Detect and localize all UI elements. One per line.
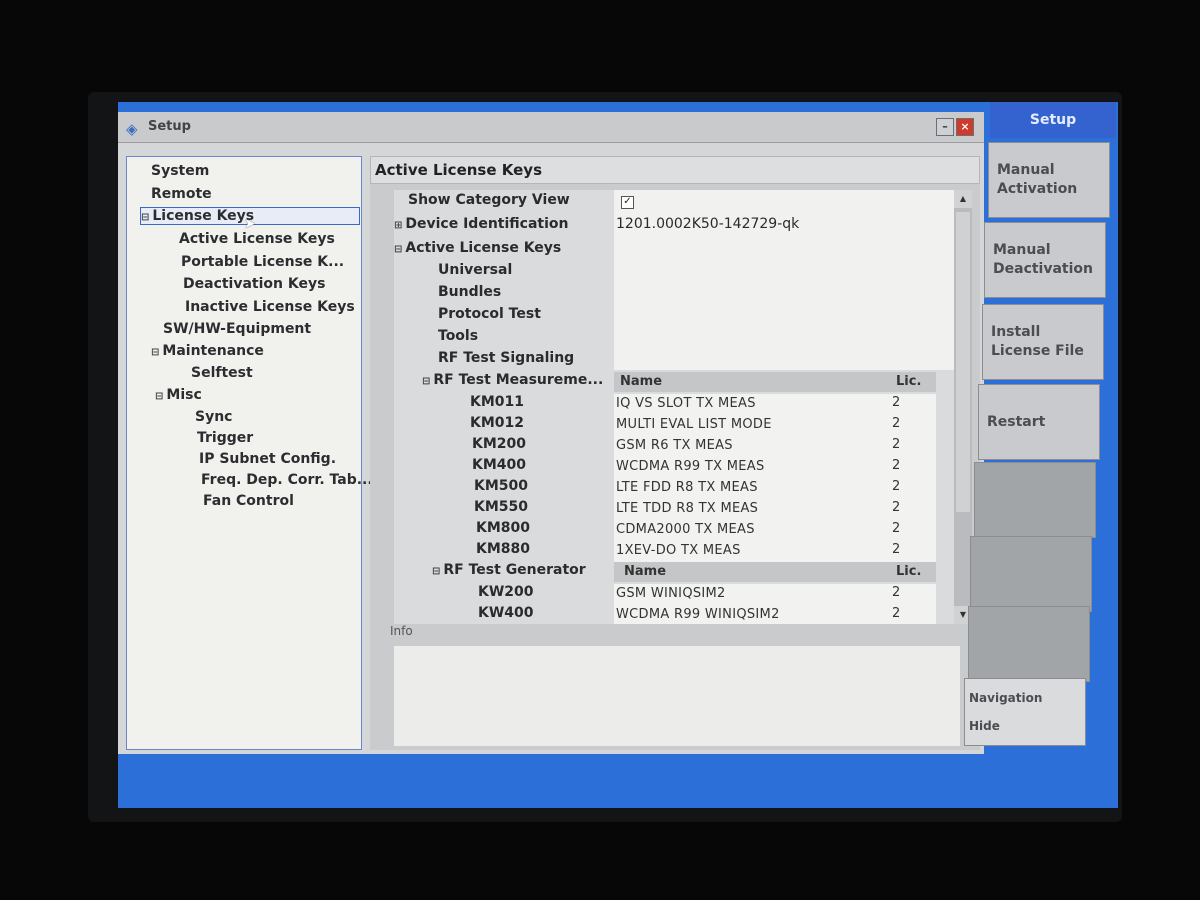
collapse-icon[interactable]: ⊟	[394, 244, 402, 255]
table-row[interactable]: MULTI EVAL LIST MODE 2	[614, 415, 936, 436]
rohde-schwarz-logo-icon: ◈	[126, 120, 138, 138]
table-row[interactable]: CDMA2000 TX MEAS 2	[614, 520, 936, 541]
license-key-km880[interactable]: KM880	[476, 541, 530, 557]
tree-item-maintenance[interactable]: ⊟ Maintenance	[151, 343, 264, 359]
restart-button[interactable]: Restart	[978, 384, 1100, 460]
table-header: Name Lic.	[614, 372, 936, 392]
license-key-km500[interactable]: KM500	[474, 478, 528, 494]
license-key-km011[interactable]: KM011	[470, 394, 524, 410]
table-row[interactable]: IQ VS SLOT TX MEAS 2	[614, 394, 936, 415]
show-category-view-label: Show Category View	[408, 192, 570, 208]
tree-item-ip-subnet-config[interactable]: IP Subnet Config.	[199, 451, 336, 467]
table-row[interactable]: GSM R6 TX MEAS 2	[614, 436, 936, 457]
column-lic-header: Lic.	[896, 374, 922, 389]
active-license-keys-row[interactable]: ⊟ Active License Keys	[394, 240, 561, 256]
column-name-header: Name	[620, 374, 663, 389]
license-key-km012[interactable]: KM012	[470, 415, 524, 431]
collapse-icon[interactable]: ⊟	[151, 347, 159, 358]
device-identification-row[interactable]: ⊞ Device Identification	[394, 216, 568, 232]
scrollbar-thumb[interactable]	[956, 212, 970, 512]
collapse-icon[interactable]: ⊟	[155, 391, 163, 402]
tree-item-trigger[interactable]: Trigger	[197, 430, 253, 446]
instrument-screen: ◈ Setup – × System Remote ⊟ License Keys …	[118, 102, 1118, 808]
tree-item-misc[interactable]: ⊟ Misc	[155, 387, 202, 403]
collapse-icon[interactable]: ⊟	[141, 212, 149, 223]
tree-item-remote[interactable]: Remote	[151, 186, 212, 202]
license-key-km200[interactable]: KM200	[472, 436, 526, 452]
info-box	[394, 646, 960, 746]
tree-item-inactive-license-keys[interactable]: Inactive License Keys	[185, 299, 355, 315]
tree-item-freq-dep-corr-tab[interactable]: Freq. Dep. Corr. Tab...	[201, 472, 373, 488]
setup-tree: System Remote ⊟ License Keys Active Licen…	[126, 156, 373, 750]
category-rf-test-generator[interactable]: ⊟ RF Test Generator	[432, 562, 586, 578]
softkey-header: Setup	[990, 102, 1116, 138]
tree-item-portable-license-keys[interactable]: Portable License K...	[181, 254, 344, 270]
table-row[interactable]: WCDMA R99 WINIQSIM2 2	[614, 605, 936, 624]
category-universal[interactable]: Universal	[438, 262, 512, 278]
content-header: Active License Keys	[370, 156, 980, 184]
category-rf-test-measurement[interactable]: ⊟ RF Test Measureme...	[422, 372, 603, 388]
table-row[interactable]: WCDMA R99 TX MEAS 2	[614, 457, 936, 478]
dialog-titlebar: ◈ Setup – ×	[118, 112, 984, 143]
license-key-km550[interactable]: KM550	[474, 499, 528, 515]
scroll-up-icon[interactable]: ▲	[954, 190, 972, 208]
setup-dialog: ◈ Setup – × System Remote ⊟ License Keys …	[118, 112, 984, 754]
manual-activation-button[interactable]: Manual Activation	[988, 142, 1110, 218]
license-key-km400[interactable]: KM400	[472, 457, 526, 473]
collapse-icon[interactable]: ⊟	[422, 376, 430, 387]
license-property-tree[interactable]: Show Category View ✓ ⊞ Device Identificat…	[394, 190, 954, 624]
show-category-view-checkbox[interactable]: ✓	[621, 196, 634, 209]
install-license-file-button[interactable]: Install License File	[982, 304, 1104, 380]
column-name-header: Name	[624, 564, 667, 579]
tree-item-sync[interactable]: Sync	[195, 409, 232, 425]
column-lic-header: Lic.	[896, 564, 922, 579]
tree-item-active-license-keys[interactable]: Active License Keys	[179, 231, 335, 247]
tree-item-sw-hw-equipment[interactable]: SW/HW-Equipment	[163, 321, 311, 337]
softkey-blank-3[interactable]	[968, 606, 1090, 682]
tree-item-selftest[interactable]: Selftest	[191, 365, 253, 381]
device-identification-value: 1201.0002K50-142729-qk	[616, 216, 800, 232]
table-header: Name Lic.	[614, 562, 936, 582]
minimize-button[interactable]: –	[936, 118, 954, 136]
license-key-kw200[interactable]: KW200	[478, 584, 534, 600]
table-row[interactable]: LTE FDD R8 TX MEAS 2	[614, 478, 936, 499]
license-key-km800[interactable]: KM800	[476, 520, 530, 536]
softkey-blank-2[interactable]	[970, 536, 1092, 612]
category-protocol-test[interactable]: Protocol Test	[438, 306, 541, 322]
navigation-hide-button[interactable]: Navigation Hide	[964, 678, 1086, 746]
license-keys-panel: Active License Keys Show Category View ✓…	[370, 156, 980, 750]
content-title: Active License Keys	[375, 161, 542, 179]
tree-item-fan-control[interactable]: Fan Control	[203, 493, 294, 509]
category-tools[interactable]: Tools	[438, 328, 478, 344]
info-label: Info	[390, 624, 413, 638]
collapse-icon[interactable]: ⊟	[432, 566, 440, 577]
mouse-cursor-icon: ➤	[244, 216, 256, 232]
category-rf-test-signaling[interactable]: RF Test Signaling	[438, 350, 574, 366]
softkey-blank-1[interactable]	[974, 462, 1096, 538]
table-row[interactable]: LTE TDD R8 TX MEAS 2	[614, 499, 936, 520]
manual-deactivation-button[interactable]: Manual Deactivation	[984, 222, 1106, 298]
dialog-title: Setup	[148, 119, 191, 134]
tree-item-deactivation-keys[interactable]: Deactivation Keys	[183, 276, 325, 292]
category-bundles[interactable]: Bundles	[438, 284, 501, 300]
table-row[interactable]: GSM WINIQSIM2 2	[614, 584, 936, 605]
close-button[interactable]: ×	[956, 118, 974, 136]
table-row[interactable]: 1XEV-DO TX MEAS 2	[614, 541, 936, 562]
tree-item-system[interactable]: System	[151, 163, 209, 179]
license-key-kw400[interactable]: KW400	[478, 605, 534, 621]
expand-icon[interactable]: ⊞	[394, 220, 402, 231]
